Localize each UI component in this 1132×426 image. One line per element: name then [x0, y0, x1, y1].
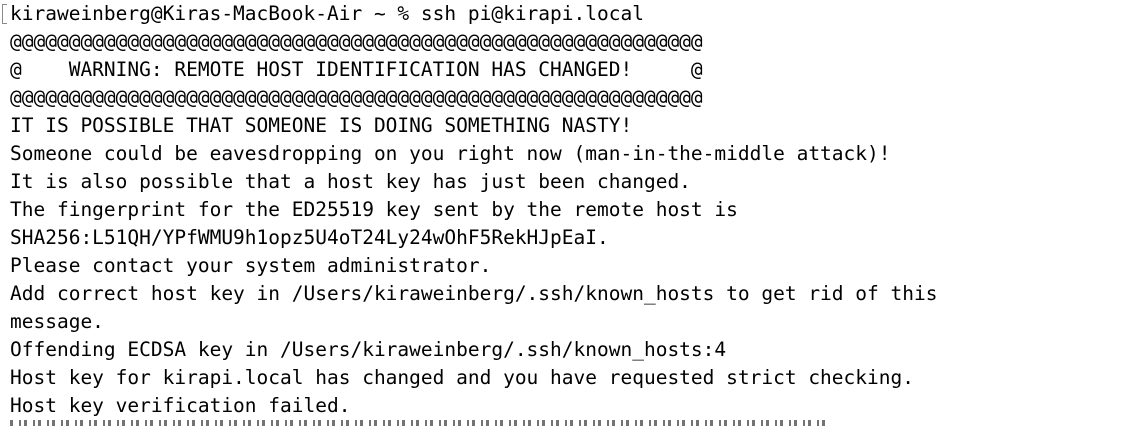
warning-title: @ WARNING: REMOTE HOST IDENTIFICATION HA… [10, 58, 703, 81]
output-line: The fingerprint for the ED25519 key sent… [10, 198, 738, 221]
warning-border-bottom: @@@@@@@@@@@@@@@@@@@@@@@@@@@@@@@@@@@@@@@@… [10, 86, 703, 109]
output-line: Host key verification failed. [10, 394, 351, 417]
output-line: message. [10, 310, 104, 333]
output-line: It is also possible that a host key has … [10, 170, 691, 193]
output-line: Someone could be eavesdropping on you ri… [10, 142, 891, 165]
terminal-window[interactable]: kiraweinberg@Kiras-MacBook-Air ~ % ssh p… [0, 0, 1132, 426]
mark-bracket-icon [2, 4, 7, 24]
output-line: Host key for kirapi.local has changed an… [10, 366, 914, 389]
terminal-output: kiraweinberg@Kiras-MacBook-Air ~ % ssh p… [10, 0, 937, 420]
warning-border-top: @@@@@@@@@@@@@@@@@@@@@@@@@@@@@@@@@@@@@@@@… [10, 30, 703, 53]
output-line: Add correct host key in /Users/kiraweinb… [10, 282, 938, 305]
command-prompt-line: kiraweinberg@Kiras-MacBook-Air ~ % ssh p… [10, 2, 644, 25]
truncated-next-line [10, 420, 830, 426]
fingerprint-line: SHA256:L51QH/YPfWMU9h1opz5U4oT24Ly24wOhF… [10, 226, 609, 249]
output-line: IT IS POSSIBLE THAT SOMEONE IS DOING SOM… [10, 114, 633, 137]
output-line: Offending ECDSA key in /Users/kiraweinbe… [10, 338, 727, 361]
output-line: Please contact your system administrator… [10, 254, 492, 277]
